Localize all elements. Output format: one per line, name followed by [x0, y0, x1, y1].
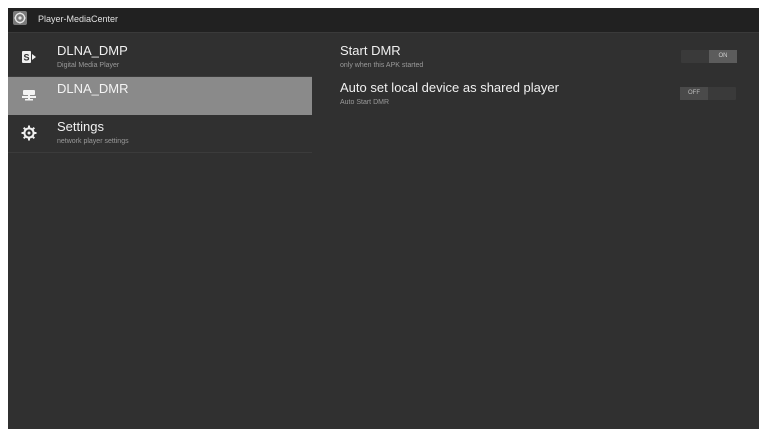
sidebar-item-subtitle: Digital Media Player — [57, 62, 120, 69]
app-logo-icon — [13, 11, 27, 25]
app-window: Player-MediaCenter S DLNA_DMP Digital Me… — [8, 8, 759, 429]
app-title: Player-MediaCenter — [38, 14, 119, 24]
gear-icon — [21, 125, 37, 141]
sidebar-item-subtitle: network player settings — [57, 138, 129, 145]
sidebar: S DLNA_DMP Digital Media Player DLNA_DMR — [8, 39, 312, 153]
sidebar-item-title: DLNA_DMP — [57, 43, 128, 58]
setting-subtitle: only when this APK started — [340, 62, 424, 69]
setting-auto-shared-player[interactable]: Auto set local device as shared player A… — [340, 76, 759, 113]
sidebar-item-title: DLNA_DMR — [57, 81, 129, 96]
auto-shared-player-toggle[interactable]: OFF — [680, 87, 736, 100]
sidebar-item-dlna-dmr[interactable]: DLNA_DMR — [8, 77, 312, 115]
title-bar: Player-MediaCenter — [8, 8, 759, 33]
sidebar-item-dlna-dmp[interactable]: S DLNA_DMP Digital Media Player — [8, 39, 312, 77]
setting-title: Auto set local device as shared player — [340, 80, 559, 95]
dmr-icon — [22, 90, 36, 101]
setting-title: Start DMR — [340, 43, 401, 58]
sidebar-item-settings[interactable]: Settings network player settings — [8, 115, 312, 153]
svg-text:S: S — [23, 53, 29, 63]
toggle-state-label: ON — [709, 50, 737, 63]
setting-subtitle: Auto Start DMR — [340, 99, 390, 106]
sidebar-item-title: Settings — [57, 119, 104, 134]
setting-start-dmr[interactable]: Start DMR only when this APK started ON — [340, 39, 759, 76]
dmp-icon: S — [22, 51, 36, 63]
toggle-state-label: OFF — [680, 87, 708, 100]
start-dmr-toggle[interactable]: ON — [681, 50, 737, 63]
settings-panel: Start DMR only when this APK started ON … — [340, 39, 759, 113]
